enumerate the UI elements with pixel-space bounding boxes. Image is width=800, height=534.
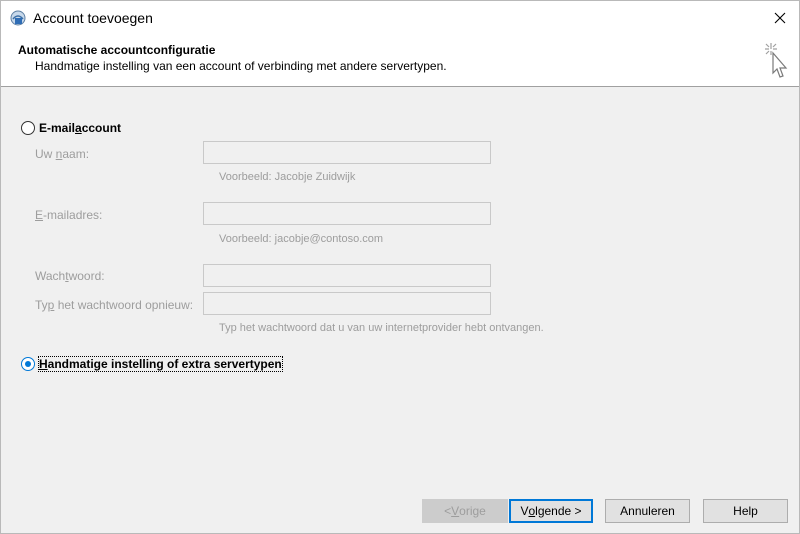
close-icon — [774, 12, 786, 24]
next-button[interactable]: Vo lgende > — [509, 499, 593, 523]
magic-cursor-icon — [765, 43, 788, 78]
email-label: E-mailadres: — [35, 208, 103, 222]
password-repeat-label: Typ het wachtwoord opnieuw: — [35, 298, 194, 312]
name-input[interactable] — [203, 141, 491, 164]
help-button[interactable]: Help — [703, 499, 788, 523]
manual-setup-label[interactable]: Handmatige instelling of extra servertyp… — [38, 356, 283, 372]
header-title: Automatische accountconfiguratie — [18, 43, 216, 57]
cancel-button[interactable]: Annuleren — [605, 499, 690, 523]
email-input[interactable] — [203, 202, 491, 225]
password-label: Wachtwoord: — [35, 269, 105, 283]
email-account-radio[interactable] — [21, 121, 35, 135]
add-account-dialog: Account toevoegen Automatische accountco… — [0, 0, 800, 534]
close-button[interactable] — [761, 1, 799, 35]
password-repeat-input[interactable] — [203, 292, 491, 315]
outlook-account-icon — [10, 10, 26, 26]
manual-setup-radio[interactable] — [21, 357, 35, 371]
password-input[interactable] — [203, 264, 491, 287]
name-hint: Voorbeeld: Jacobje Zuidwijk — [219, 171, 356, 183]
title-bar: Account toevoegen — [1, 1, 799, 35]
email-account-label[interactable]: E-mailaccount — [39, 121, 121, 135]
header-subtitle: Handmatige instelling van een account of… — [35, 59, 447, 73]
window-title: Account toevoegen — [33, 10, 153, 26]
back-button[interactable]: < Vorige — [422, 499, 508, 523]
password-hint: Typ het wachtwoord dat u van uw internet… — [219, 322, 544, 334]
name-label: Uw naam: — [35, 147, 90, 161]
wizard-header: Automatische accountconfiguratie Handmat… — [1, 35, 799, 87]
email-hint: Voorbeeld: jacobje@contoso.com — [219, 233, 384, 245]
